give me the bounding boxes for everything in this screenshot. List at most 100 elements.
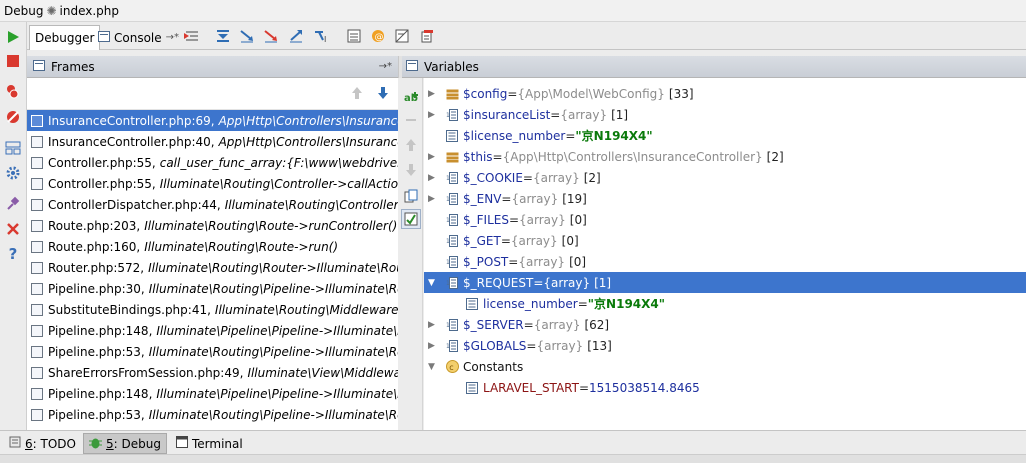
frame-row[interactable]: Pipeline.php:148, Illuminate\Pipeline\Pip… [27, 383, 398, 404]
tab-debug[interactable]: 5: Debug [83, 433, 167, 454]
constants-icon: c [446, 360, 459, 373]
settings-gear-icon[interactable] [4, 164, 22, 182]
view-breakpoints-icon[interactable] [4, 83, 22, 101]
expand-arrow-icon[interactable]: ▶ [428, 320, 438, 330]
at-sign-icon[interactable]: @ [368, 27, 388, 45]
variable-row[interactable]: ▶ 1 $GLOBALS = {array} [13] [424, 335, 1026, 356]
variable-type: {array} [511, 191, 559, 206]
collapse-arrow-icon[interactable]: ▼ [428, 362, 438, 372]
variables-toolbar: ab [398, 78, 423, 430]
tab-debug-number: 5 [106, 436, 114, 451]
move-watch-down-icon[interactable] [401, 160, 421, 180]
frame-row[interactable]: InsuranceController.php:40, App\Http\Cont… [27, 131, 398, 152]
move-watch-up-icon[interactable] [401, 135, 421, 155]
frame-location: Pipeline.php:53, [48, 407, 145, 422]
variable-row[interactable]: 1 $_GET = {array} [0] [424, 230, 1026, 251]
pin-tab-icon[interactable] [4, 195, 22, 213]
force-step-into-icon[interactable] [261, 27, 281, 45]
frame-up-arrow-icon[interactable] [351, 86, 363, 103]
frame-row[interactable]: ControllerDispatcher.php:44, Illuminate\R… [27, 194, 398, 215]
frame-location: ControllerDispatcher.php:44, [48, 197, 221, 212]
step-into-icon[interactable] [237, 27, 257, 45]
tab-debugger[interactable]: Debugger [29, 25, 101, 50]
frame-down-arrow-icon[interactable] [377, 86, 389, 103]
variable-row[interactable]: $license_number = "京N194X4" [424, 125, 1026, 146]
export-threads-icon[interactable] [417, 27, 437, 45]
frame-row[interactable]: Pipeline.php:148, Illuminate\Pipeline\Pip… [27, 320, 398, 341]
equals-sign: = [577, 296, 588, 311]
frame-row[interactable]: Pipeline.php:53, Illuminate\Routing\Pipel… [27, 341, 398, 362]
equals-sign: = [522, 170, 533, 185]
variable-row[interactable]: ▶ 1 $_COOKIE = {array} [2] [424, 167, 1026, 188]
variable-name: $_FILES [463, 212, 509, 227]
expand-arrow-icon[interactable]: ▶ [428, 89, 438, 99]
toggle-breakpoint-icon[interactable] [392, 27, 412, 45]
mute-breakpoints-icon[interactable] [4, 108, 22, 126]
array-icon: 1 [446, 255, 459, 268]
object-icon [446, 151, 459, 163]
variable-row[interactable]: ▶ 1 $insuranceList = {array} [1] [424, 104, 1026, 125]
object-icon [446, 88, 459, 100]
step-over-icon[interactable] [213, 27, 233, 45]
resume-program-icon[interactable] [4, 28, 22, 46]
restore-layout-icon[interactable] [4, 139, 22, 157]
stack-frame-icon [31, 387, 43, 400]
expand-arrow-icon[interactable]: ▶ [428, 194, 438, 204]
variable-row[interactable]: ▶ $this = {App\Http\Controllers\Insurance… [424, 146, 1026, 167]
scalar-icon [466, 381, 479, 394]
variable-row[interactable]: ▶ $config = {App\Model\WebConfig} [33] [424, 83, 1026, 104]
expand-arrow-icon[interactable]: ▶ [428, 173, 438, 183]
expand-arrow-icon[interactable]: ▶ [428, 110, 438, 120]
equals-sign: = [492, 149, 503, 164]
frames-icon [33, 59, 45, 74]
stack-frame-icon [31, 177, 43, 190]
variable-row[interactable]: ▼ 1 $_REQUEST = {array} [1] [424, 272, 1026, 293]
frame-row[interactable]: ShareErrorsFromSession.php:49, Illuminate… [27, 362, 398, 383]
tab-terminal[interactable]: Terminal [171, 433, 248, 454]
tab-console-pin: →* [165, 32, 180, 43]
stop-icon[interactable] [4, 52, 22, 70]
scalar-icon [466, 297, 479, 310]
show-watches-icon[interactable] [401, 209, 421, 229]
svg-text:1: 1 [446, 322, 450, 329]
variable-row[interactable]: LARAVEL_START = 1515038514.8465 [424, 377, 1026, 398]
variable-row[interactable]: ▶ 1 $_ENV = {array} [19] [424, 188, 1026, 209]
frame-row[interactable]: Route.php:203, Illuminate\Routing\Route->… [27, 215, 398, 236]
tab-todo[interactable]: 6: TODO [4, 433, 81, 454]
show-execution-point-icon[interactable] [182, 27, 202, 45]
frame-row[interactable]: Controller.php:55, Illuminate\Routing\Con… [27, 173, 398, 194]
equals-sign: = [526, 338, 537, 353]
expand-arrow-icon[interactable]: ▶ [428, 152, 438, 162]
evaluate-expression-icon[interactable] [344, 27, 364, 45]
run-to-cursor-icon[interactable]: I [311, 27, 331, 45]
close-icon[interactable] [4, 220, 22, 238]
frames-pin[interactable]: →* [379, 61, 392, 72]
variable-row[interactable]: ▼ c Constants [424, 356, 1026, 377]
collapse-arrow-icon[interactable]: ▼ [428, 278, 438, 288]
step-out-icon[interactable] [286, 27, 306, 45]
variable-count: [33] [668, 86, 694, 101]
copy-icon[interactable] [401, 186, 421, 206]
frame-row[interactable]: Pipeline.php:30, Illuminate\Routing\Pipel… [27, 278, 398, 299]
variable-row[interactable]: license_number = "京N194X4" [424, 293, 1026, 314]
frame-row[interactable]: InsuranceController.php:69, App\Http\Cont… [27, 110, 398, 131]
frame-row[interactable]: Controller.php:55, call_user_func_array:{… [27, 152, 398, 173]
remove-watch-icon[interactable] [401, 110, 421, 130]
frame-row[interactable]: Route.php:160, Illuminate\Routing\Route->… [27, 236, 398, 257]
frame-location: InsuranceController.php:69, [48, 113, 215, 128]
frame-row[interactable]: SubstituteBindings.php:41, Illuminate\Rou… [27, 299, 398, 320]
frame-function: App\Http\Controllers\InsuranceController [218, 113, 398, 128]
frame-function: Illuminate\View\Middleware\ShareErrors [247, 365, 398, 380]
frame-row[interactable]: Router.php:572, Illuminate\Routing\Router… [27, 257, 398, 278]
tab-console[interactable]: Console →* [93, 25, 184, 50]
variable-row[interactable]: 1 $_FILES = {array} [0] [424, 209, 1026, 230]
expand-arrow-icon[interactable]: ▶ [428, 341, 438, 351]
frame-row[interactable]: Pipeline.php:53, Illuminate\Routing\Pipel… [27, 404, 398, 425]
new-watch-icon[interactable]: ab [401, 87, 421, 107]
variable-row[interactable]: ▶ 1 $_SERVER = {array} [62] [424, 314, 1026, 335]
variable-row[interactable]: 1 $_POST = {array} [0] [424, 251, 1026, 272]
variable-count: [19] [562, 191, 587, 206]
variable-count: [13] [587, 338, 612, 353]
frame-function: App\Http\Controllers\InsuranceController [218, 134, 398, 149]
help-icon[interactable]: ? [4, 245, 22, 263]
